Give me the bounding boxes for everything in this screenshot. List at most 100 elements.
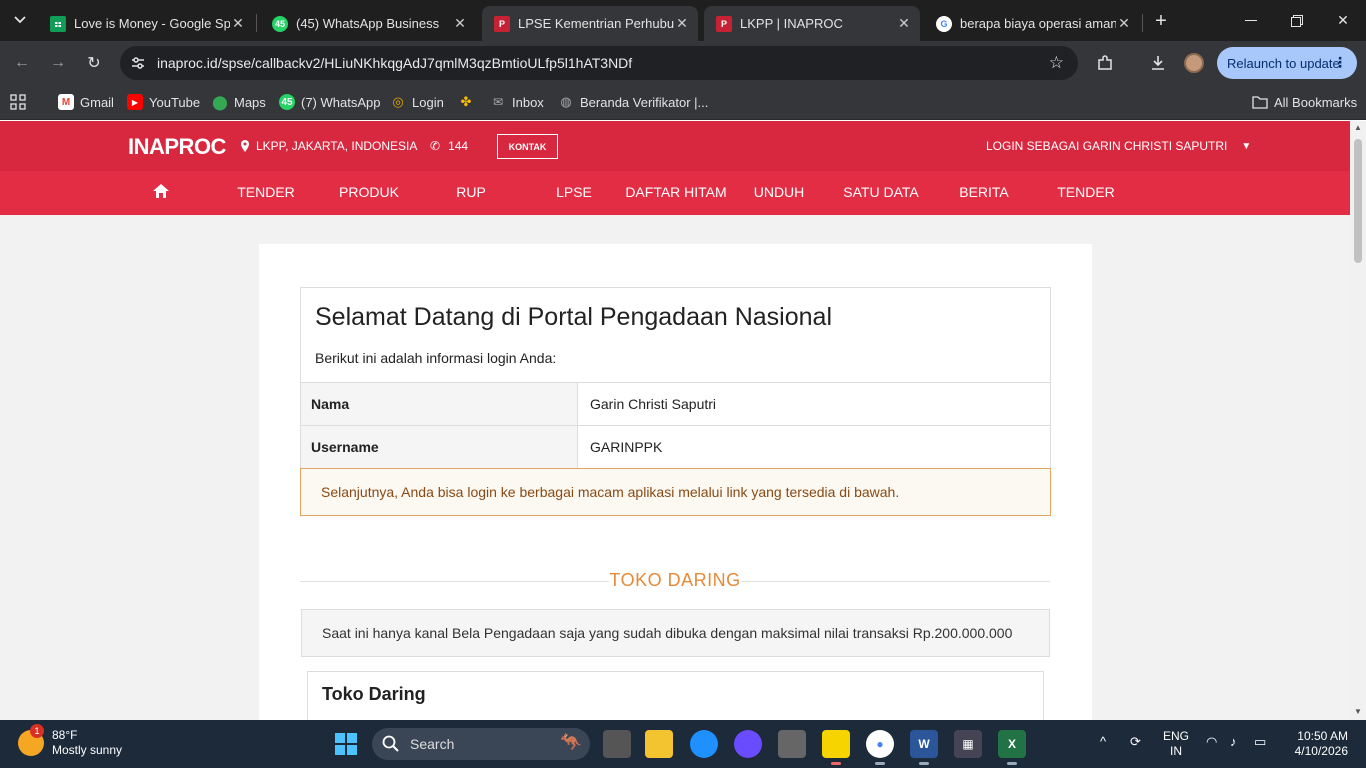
restore-icon[interactable] bbox=[1274, 0, 1320, 41]
scroll-down-icon[interactable]: ▼ bbox=[1353, 707, 1363, 716]
battery-icon[interactable]: ▭ bbox=[1254, 734, 1266, 750]
table-row: Nama Garin Christi Saputri bbox=[301, 382, 1050, 425]
url-text[interactable]: inaproc.id/spse/callbackv2/HLiuNKhkqgAdJ… bbox=[157, 55, 632, 71]
tab-whatsapp-business[interactable]: 45 (45) WhatsApp Business ✕ bbox=[260, 6, 476, 41]
web-page: INAPROC LKPP, JAKARTA, INDONESIA ✆ 144 K… bbox=[0, 121, 1350, 720]
window-close-icon[interactable]: ✕ bbox=[1320, 0, 1366, 41]
file-explorer-icon[interactable] bbox=[645, 730, 673, 758]
reload-icon[interactable]: ↻ bbox=[80, 49, 108, 77]
nav-tender-2[interactable]: TENDER bbox=[1031, 184, 1141, 200]
system-clock[interactable]: 10:50 AM 4/10/2026 bbox=[1290, 729, 1348, 759]
tab-love-is-money[interactable]: Love is Money - Google Spre ✕ bbox=[38, 6, 254, 41]
close-icon[interactable]: ✕ bbox=[452, 15, 468, 32]
close-icon[interactable]: ✕ bbox=[230, 15, 246, 32]
apps-grid-icon[interactable] bbox=[10, 92, 26, 112]
bookmark-youtube[interactable]: ▶ YouTube bbox=[127, 92, 200, 112]
folder-icon bbox=[1252, 94, 1268, 110]
nav-tender[interactable]: TENDER bbox=[211, 184, 321, 200]
weather-widget[interactable]: 1 88°F Mostly sunny bbox=[18, 724, 123, 758]
bookmark-star-icon[interactable]: ☆ bbox=[1049, 53, 1064, 73]
site-settings-icon[interactable] bbox=[130, 55, 146, 71]
sync-icon[interactable]: ⟳ bbox=[1130, 734, 1141, 750]
nav-berita[interactable]: BERITA bbox=[929, 184, 1039, 200]
scroll-up-icon[interactable]: ▲ bbox=[1353, 123, 1363, 132]
word-icon[interactable]: W bbox=[910, 730, 938, 765]
sheets-icon bbox=[50, 15, 66, 32]
chrome-icon[interactable]: ● bbox=[866, 730, 894, 765]
nav-unduh[interactable]: UNDUH bbox=[724, 184, 834, 200]
toko-card-title: Toko Daring bbox=[322, 684, 426, 704]
welcome-subtitle: Berikut ini adalah informasi login Anda: bbox=[315, 350, 557, 366]
tab-title: LKPP | INAPROC bbox=[740, 16, 843, 31]
nav-produk[interactable]: PRODUK bbox=[314, 184, 424, 200]
bookmark-gmail[interactable]: M Gmail bbox=[58, 92, 114, 112]
sticky-notes-icon[interactable] bbox=[822, 730, 850, 765]
inaproc-icon: P bbox=[716, 15, 732, 32]
inaproc-logo[interactable]: INAPROC bbox=[128, 134, 226, 160]
user-menu[interactable]: LOGIN SEBAGAI GARIN CHRISTI SAPUTRI ▼ bbox=[986, 139, 1251, 153]
phone-number: 144 bbox=[448, 139, 469, 153]
login-notice: Selanjutnya, Anda bisa login ke berbagai… bbox=[300, 468, 1051, 516]
caret-down-icon: ▼ bbox=[1241, 140, 1252, 152]
bookmark-pinwheel[interactable]: ✤ bbox=[458, 92, 480, 112]
scrollbar-thumb[interactable] bbox=[1354, 139, 1362, 263]
tab-title: LPSE Kementrian Perhubung bbox=[518, 16, 674, 31]
all-bookmarks[interactable]: All Bookmarks bbox=[1252, 92, 1357, 112]
taskbar-search[interactable]: Search 🦘 bbox=[372, 728, 590, 760]
tab-lkpp-inaproc[interactable]: P LKPP | INAPROC ✕ bbox=[704, 6, 920, 41]
bookmark-label: (7) WhatsApp bbox=[301, 94, 381, 110]
minimize-icon[interactable] bbox=[1228, 0, 1274, 41]
tab-google-search[interactable]: G berapa biaya operasi amand ✕ bbox=[924, 6, 1140, 41]
toko-daring-card: Toko Daring bbox=[307, 671, 1044, 720]
close-icon[interactable]: ✕ bbox=[896, 15, 912, 32]
weather-temp: 88°F bbox=[52, 728, 78, 742]
bookmark-maps[interactable]: ⬤ Maps bbox=[212, 92, 266, 112]
new-tab-plus-icon[interactable]: + bbox=[1148, 8, 1174, 34]
nav-satu-data[interactable]: SATU DATA bbox=[826, 184, 936, 200]
nav-daftar-hitam[interactable]: DAFTAR HITAM bbox=[621, 184, 731, 200]
calculator-icon[interactable]: ▦ bbox=[954, 730, 982, 758]
extensions-icon[interactable] bbox=[1093, 51, 1117, 75]
task-view-icon[interactable] bbox=[603, 730, 631, 758]
windows-start-icon[interactable] bbox=[334, 732, 358, 756]
windows-taskbar: 1 88°F Mostly sunny Search 🦘 ● W ▦ X ^ ⟳… bbox=[0, 720, 1366, 768]
more-vert-icon[interactable]: ⋮ bbox=[1333, 54, 1347, 71]
bookmark-login[interactable]: ◎ Login bbox=[390, 92, 443, 112]
home-icon[interactable] bbox=[106, 184, 216, 201]
address-bar[interactable]: inaproc.id/spse/callbackv2/HLiuNKhkqgAdJ… bbox=[120, 46, 1078, 80]
back-arrow-icon[interactable]: ← bbox=[8, 49, 36, 77]
tab-lpse-kementrian[interactable]: P LPSE Kementrian Perhubung ✕ bbox=[482, 6, 698, 41]
weather-desc: Mostly sunny bbox=[52, 743, 123, 757]
nav-lpse[interactable]: LPSE bbox=[519, 184, 629, 200]
language-indicator[interactable]: ENG IN bbox=[1163, 729, 1189, 759]
toko-info-box: Saat ini hanya kanal Bela Pengadaan saja… bbox=[301, 609, 1050, 657]
copilot-icon[interactable] bbox=[734, 730, 762, 758]
bookmark-beranda-verifikator[interactable]: ◍ Beranda Verifikator |... bbox=[558, 92, 708, 112]
clock-date: 4/10/2026 bbox=[1294, 744, 1348, 758]
tray-overflow-icon[interactable]: ^ bbox=[1100, 734, 1106, 749]
bookmark-whatsapp[interactable]: 45 (7) WhatsApp bbox=[279, 92, 380, 112]
browser-toolbar: ← → ↻ inaproc.id/spse/callbackv2/HLiuNKh… bbox=[0, 41, 1366, 85]
page-scrollbar[interactable]: ▲ ▼ bbox=[1350, 121, 1366, 720]
relaunch-button[interactable]: Relaunch to update ⋮ bbox=[1217, 47, 1357, 79]
main-nav: TENDER PRODUK RUP LPSE DAFTAR HITAM UNDU… bbox=[0, 171, 1350, 215]
wifi-icon[interactable]: ◠ bbox=[1206, 734, 1217, 750]
bookmark-label: Gmail bbox=[80, 94, 114, 110]
close-icon[interactable]: ✕ bbox=[1116, 15, 1132, 32]
camera-icon[interactable] bbox=[778, 730, 806, 758]
whatsapp-icon: 45 bbox=[279, 94, 295, 110]
volume-icon[interactable]: ♪ bbox=[1230, 734, 1237, 749]
table-row: Username GARINPPK bbox=[301, 425, 1050, 468]
bookmark-inbox[interactable]: ✉ Inbox bbox=[490, 92, 544, 112]
edge-icon[interactable] bbox=[690, 730, 718, 758]
close-icon[interactable]: ✕ bbox=[674, 15, 690, 32]
tab-search-chevron-icon[interactable] bbox=[6, 6, 34, 34]
nav-rup[interactable]: RUP bbox=[416, 184, 526, 200]
login-globe-icon: ◎ bbox=[392, 94, 404, 109]
profile-avatar[interactable] bbox=[1182, 51, 1206, 75]
forward-arrow-icon[interactable]: → bbox=[44, 49, 72, 77]
download-icon[interactable] bbox=[1146, 51, 1170, 75]
contact-button[interactable]: KONTAK bbox=[497, 134, 558, 159]
location-text: LKPP, JAKARTA, INDONESIA bbox=[256, 139, 418, 153]
excel-icon[interactable]: X bbox=[998, 730, 1026, 765]
